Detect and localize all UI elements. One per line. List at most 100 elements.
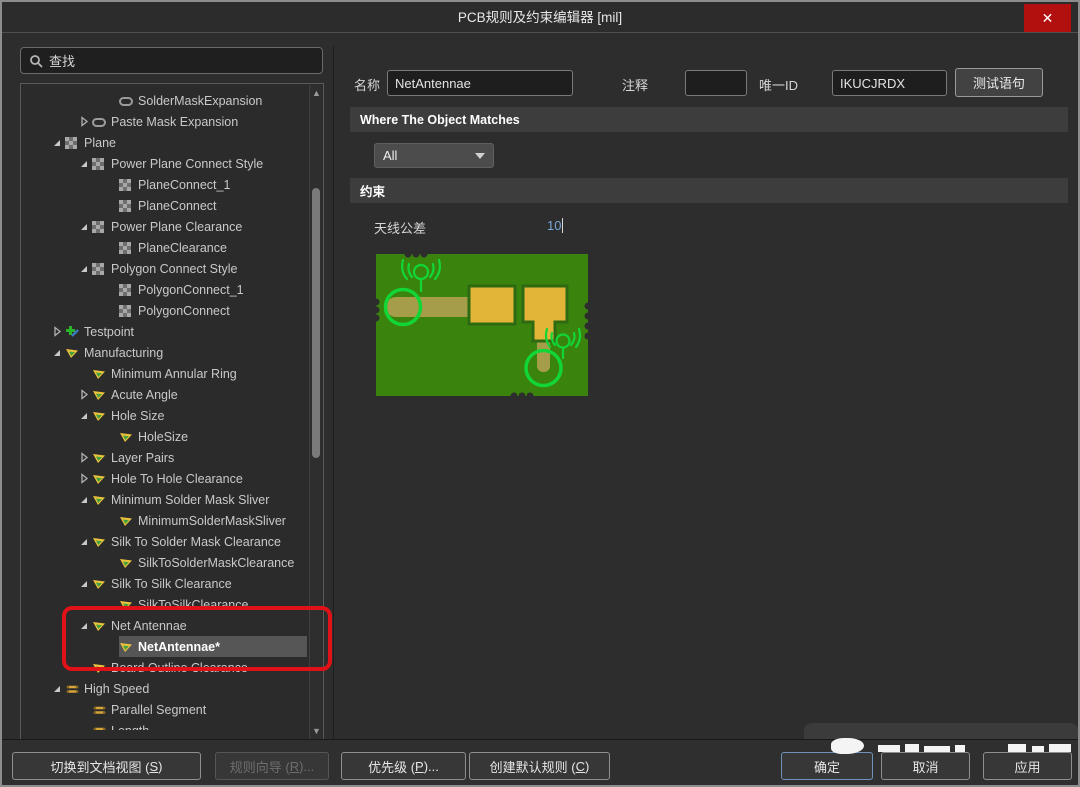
plane-icon [119,242,136,254]
unique-id-label: 唯一ID [759,75,798,94]
tree-item-hole-to-hole-clearance[interactable]: Hole To Hole Clearance [21,468,309,489]
expanded-arrow-icon[interactable] [76,264,92,274]
tree-item-paste-mask-expansion[interactable]: Paste Mask Expansion [21,111,309,132]
tree-item-minimumsoldermasksliver[interactable]: MinimumSolderMaskSliver [21,510,309,531]
tree-item-minimum-solder-mask-sliver[interactable]: Minimum Solder Mask Sliver [21,489,309,510]
mfg-icon [119,599,136,611]
expanded-arrow-icon[interactable] [49,138,65,148]
plane-icon [65,137,82,149]
switch-to-document-view-button[interactable]: 切换到文档视图 (S) [12,752,201,780]
priorities-button[interactable]: 优先级 (P)... [341,752,466,780]
where-object-matches-header: Where The Object Matches [350,107,1068,132]
tree-item-soldermaskexpansion[interactable]: SolderMaskExpansion [21,90,309,111]
mfg-icon [92,452,109,464]
tree-item-polygonconnect[interactable]: PolygonConnect [21,300,309,321]
mfg-icon [65,347,82,359]
expanded-arrow-icon[interactable] [76,579,92,589]
tree-item-holesize[interactable]: HoleSize [21,426,309,447]
highspeed-icon [92,704,109,716]
plane-icon [119,200,136,212]
mask-icon [119,95,136,107]
cancel-button[interactable]: 取消 [881,752,970,780]
expanded-arrow-icon[interactable] [49,348,65,358]
close-icon: ✕ [1042,10,1054,27]
tree-scrollbar[interactable]: ▲ ▼ [309,85,322,739]
tree-item-layer-pairs[interactable]: Layer Pairs [21,447,309,468]
tree-item-planeclearance[interactable]: PlaneClearance [21,237,309,258]
testpoint-icon [65,326,82,338]
collapsed-arrow-icon[interactable] [49,326,65,337]
tree-item-length[interactable]: Length [21,720,309,730]
expanded-arrow-icon[interactable] [76,537,92,547]
collapsed-arrow-icon[interactable] [76,389,92,400]
ok-button[interactable]: 确定 [781,752,873,780]
name-label: 名称 [354,75,380,94]
tree-item-minimum-annular-ring[interactable]: Minimum Annular Ring [21,363,309,384]
tree-item-netantennae[interactable]: NetAntennae* [21,636,309,657]
collapsed-arrow-icon[interactable] [76,473,92,484]
tree-item-manufacturing[interactable]: Manufacturing [21,342,309,363]
chevron-down-icon [475,153,485,159]
tree-item-testpoint[interactable]: Testpoint [21,321,309,342]
tree-item-silktosoldermaskclearance[interactable]: SilkToSolderMaskClearance [21,552,309,573]
tree-item-polygon-connect-style[interactable]: Polygon Connect Style [21,258,309,279]
close-button[interactable]: ✕ [1024,4,1071,32]
plane-icon [119,284,136,296]
tree-item-silk-to-silk-clearance[interactable]: Silk To Silk Clearance [21,573,309,594]
collapsed-arrow-icon[interactable] [76,116,92,127]
collapsed-arrow-icon[interactable] [76,452,92,463]
title-bar[interactable]: PCB规则及约束编辑器 [mil] ✕ [2,2,1078,33]
plane-icon [119,179,136,191]
scope-dropdown[interactable]: All [374,143,494,168]
constraints-header: 约束 [350,178,1068,203]
comment-label: 注释 [622,75,648,94]
tree-item-power-plane-connect-style[interactable]: Power Plane Connect Style [21,153,309,174]
highspeed-icon [65,683,82,695]
tree-item-polygonconnect-1[interactable]: PolygonConnect_1 [21,279,309,300]
tree-item-acute-angle[interactable]: Acute Angle [21,384,309,405]
rules-tree: SolderMaskExpansionPaste Mask ExpansionP… [21,90,309,730]
comment-field[interactable] [685,70,747,96]
rules-tree-panel: SolderMaskExpansionPaste Mask ExpansionP… [20,83,324,741]
tree-item-net-antennae[interactable]: Net Antennae [21,615,309,636]
tree-item-power-plane-clearance[interactable]: Power Plane Clearance [21,216,309,237]
mfg-icon [119,557,136,569]
rule-wizard-button[interactable]: 规则向导 (R)... [215,752,329,780]
tree-item-planeconnect[interactable]: PlaneConnect [21,195,309,216]
tree-item-silk-to-solder-mask-clearance[interactable]: Silk To Solder Mask Clearance [21,531,309,552]
expanded-arrow-icon[interactable] [49,684,65,694]
scroll-up-icon[interactable]: ▲ [312,89,321,97]
mask-icon [92,116,109,128]
tree-item-board-outline-clearance[interactable]: Board Outline Clearance [21,657,309,678]
scrollbar-thumb[interactable] [312,188,320,458]
mfg-icon [92,473,109,485]
plane-icon [92,221,109,233]
tree-item-parallel-segment[interactable]: Parallel Segment [21,699,309,720]
tree-item-silktosilkclearance[interactable]: SilkToSilkClearance [21,594,309,615]
tree-item-planeconnect-1[interactable]: PlaneConnect_1 [21,174,309,195]
unique-id-field[interactable]: IKUCJRDX [832,70,947,96]
mfg-icon [92,368,109,380]
expanded-arrow-icon[interactable] [76,621,92,631]
expanded-arrow-icon[interactable] [76,411,92,421]
expanded-arrow-icon[interactable] [76,159,92,169]
expanded-arrow-icon[interactable] [76,222,92,232]
net-antennae-illustration [374,248,592,402]
dialog-title: PCB规则及约束编辑器 [mil] [2,2,1078,33]
tree-item-high-speed[interactable]: High Speed [21,678,309,699]
name-field[interactable]: NetAntennae [387,70,573,96]
plane-icon [119,305,136,317]
apply-button[interactable]: 应用 [983,752,1072,780]
scroll-down-icon[interactable]: ▼ [312,727,321,735]
test-query-button[interactable]: 测试语句 [955,68,1043,97]
pcb-rules-constraints-editor-dialog: PCB规则及约束编辑器 [mil] ✕ 查找 SolderMaskExpansi… [0,0,1080,787]
tree-item-plane[interactable]: Plane [21,132,309,153]
mfg-icon [92,494,109,506]
search-input[interactable]: 查找 [20,47,323,74]
expanded-arrow-icon[interactable] [76,495,92,505]
mfg-icon [119,431,136,443]
antenna-tolerance-field[interactable]: 10 [547,218,563,233]
tree-item-hole-size[interactable]: Hole Size [21,405,309,426]
create-default-rule-button[interactable]: 创建默认规则 (C) [469,752,610,780]
highspeed-icon [92,725,109,731]
